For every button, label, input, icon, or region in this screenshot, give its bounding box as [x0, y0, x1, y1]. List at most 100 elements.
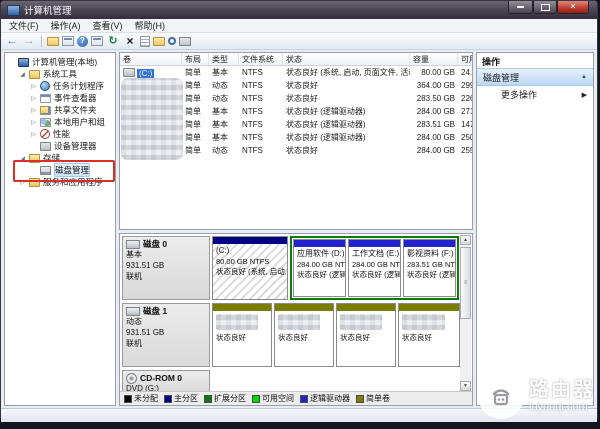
watermark: 路由器 luyouqi.com — [478, 373, 595, 419]
disk-size: 931.51 GB — [126, 328, 206, 339]
more-actions-label: 更多操作 — [501, 88, 537, 101]
legend-label: 逻辑驱动器 — [310, 393, 350, 404]
collapsed-icon[interactable]: ▷ — [30, 107, 37, 114]
partition-status: 状态良好 (逻辑驱动器) — [407, 270, 452, 280]
cell-capacity: 80.00 GB — [410, 68, 458, 77]
toolbar — [1, 33, 597, 50]
sidebar-item-performance[interactable]: ▷性能 — [5, 128, 115, 140]
column-header-2[interactable]: 类型 — [209, 53, 239, 66]
refresh-icon[interactable] — [106, 35, 120, 48]
disk-label[interactable]: 磁盘 1动态931.51 GB联机 — [122, 303, 210, 367]
help-icon[interactable] — [77, 36, 88, 47]
sidebar-item-services[interactable]: ▷服务和应用程序 — [5, 176, 115, 188]
collapsed-icon[interactable]: ▷ — [30, 131, 37, 138]
cell-status: 状态良好 (逻辑驱动器) — [283, 132, 410, 143]
legend-item: 未分配 — [124, 393, 158, 404]
partition-1-0[interactable]: 状态良好 — [212, 303, 272, 367]
partition-1-1[interactable]: 状态良好 — [274, 303, 334, 367]
column-header-1[interactable]: 布局 — [182, 53, 209, 66]
disk-row-0: 磁盘 0基本931.51 GB联机(C:)80.00 GB NTFS状态良好 (… — [122, 236, 458, 300]
maximize-button[interactable] — [533, 1, 557, 14]
partition-status: 状态良好 — [340, 333, 392, 343]
partition-type-bar — [275, 304, 333, 311]
cell-capacity: 283.50 GB — [410, 94, 458, 103]
volume-list[interactable]: 卷布局类型文件系统状态容量可用空间 (C:)简单基本NTFS状态良好 (系统, … — [119, 52, 473, 230]
sidebar-item-disk-management[interactable]: 磁盘管理 — [5, 164, 115, 176]
legend-color-chip — [204, 395, 212, 403]
more-actions-item[interactable]: 更多操作 ▶ — [477, 86, 593, 103]
toolbar-separator — [41, 36, 42, 47]
disk-label[interactable]: 磁盘 0基本931.51 GB联机 — [122, 236, 210, 300]
sidebar-item-shared-folders[interactable]: ▷共享文件夹 — [5, 104, 115, 116]
sidebar-item-device-manager[interactable]: 设备管理器 — [5, 140, 115, 152]
column-header-4[interactable]: 状态 — [283, 53, 410, 66]
partition-1-2[interactable]: 状态良好 — [336, 303, 396, 367]
console-window-icon[interactable] — [62, 36, 74, 46]
minimize-button[interactable] — [508, 1, 533, 14]
disk-size: 931.51 GB — [126, 261, 206, 272]
sidebar-item-computer[interactable]: 计算机管理(本地) — [5, 56, 115, 68]
close-button[interactable]: ✕ — [557, 1, 589, 14]
disk-name-text: CD-ROM 0 — [140, 373, 182, 384]
sidebar-item-label: 系统工具 — [43, 68, 77, 80]
sidebar-item-system-tools[interactable]: ◢ 系统工具 — [5, 68, 115, 80]
cell-type: 基本 — [209, 119, 239, 130]
collapsed-icon[interactable]: ▷ — [30, 119, 37, 126]
up-level-icon[interactable] — [47, 37, 59, 46]
delete-icon[interactable] — [123, 35, 137, 48]
scroll-up-icon[interactable]: ▲ — [460, 235, 471, 245]
column-header-0[interactable]: 卷 — [120, 53, 182, 66]
menu-item-2[interactable]: 查看(V) — [87, 19, 129, 32]
graphical-view[interactable]: 磁盘 0基本931.51 GB联机(C:)80.00 GB NTFS状态良好 (… — [119, 233, 473, 406]
partition-0-2[interactable]: 工作文档 (E:)284.00 GB NTFS状态良好 (逻辑驱动器) — [348, 239, 401, 297]
menu-item-1[interactable]: 操作(A) — [45, 19, 87, 32]
partition-body: (C:)80.00 GB NTFS状态良好 (系统, 启动, 页面文件, 活动,… — [213, 244, 287, 299]
partition-1-3[interactable]: 状态良好 — [398, 303, 460, 367]
sidebar-item-task-scheduler[interactable]: ▷任务计划程序 — [5, 80, 115, 92]
minimize-icon — [517, 6, 524, 8]
find-icon[interactable] — [168, 37, 176, 45]
hard-disk-icon — [126, 307, 140, 316]
partition-size: 80.00 GB NTFS — [216, 257, 284, 267]
back-icon[interactable] — [5, 35, 19, 48]
menu-item-0[interactable]: 文件(F) — [3, 19, 45, 32]
column-header-3[interactable]: 文件系统 — [239, 53, 283, 66]
show-action-pane-icon[interactable] — [91, 36, 103, 46]
volume-list-header: 卷布局类型文件系统状态容量可用空间 — [120, 53, 472, 66]
cell-capacity: 283.51 GB — [410, 120, 458, 129]
sidebar-item-local-users[interactable]: ▷本地用户和组 — [5, 116, 115, 128]
cell-type: 动态 — [209, 93, 239, 104]
console-tree: 计算机管理(本地) ◢ 系统工具▷任务计划程序▷事件查看器▷共享文件夹▷本地用户和组… — [4, 52, 116, 406]
cell-fs: NTFS — [239, 81, 283, 90]
cell-status: 状态良好 (逻辑驱动器) — [283, 119, 410, 130]
local-users-icon — [40, 118, 51, 127]
cell-free: 250.3 — [458, 133, 473, 142]
partition-label: 影视资料 (F:) — [407, 249, 452, 260]
expanded-icon[interactable]: ◢ — [19, 71, 26, 78]
column-header-5[interactable]: 容量 — [410, 53, 458, 66]
collapsed-icon[interactable]: ▷ — [19, 179, 26, 186]
partition-0-1[interactable]: 应用软件 (D:)284.00 GB NTFS状态良好 (逻辑驱动器) — [293, 239, 346, 297]
partition-0-3[interactable]: 影视资料 (F:)283.51 GB NTFS状态良好 (逻辑驱动器) — [403, 239, 456, 297]
column-header-6[interactable]: 可用空间 — [458, 53, 473, 66]
scroll-down-icon[interactable]: ▼ — [460, 381, 471, 391]
disk-state: 联机 — [126, 272, 206, 283]
title-bar[interactable]: 计算机管理 ✕ — [1, 1, 597, 19]
menu-item-3[interactable]: 帮助(H) — [129, 19, 172, 32]
computer-icon[interactable] — [179, 37, 191, 46]
collapse-icon[interactable]: ▲ — [581, 74, 587, 80]
properties-icon[interactable] — [140, 36, 150, 47]
collapsed-icon[interactable]: ▷ — [30, 83, 37, 90]
collapsed-icon[interactable]: ▷ — [30, 95, 37, 102]
expanded-icon[interactable]: ◢ — [19, 155, 26, 162]
partition-type-bar — [213, 304, 271, 311]
vertical-scrollbar[interactable]: ▲ ≡ ▼ — [460, 235, 471, 391]
disk-kind: 基本 — [126, 250, 206, 261]
disk-management-section-header[interactable]: 磁盘管理 ▲ — [477, 68, 593, 86]
sidebar-item-event-viewer[interactable]: ▷事件查看器 — [5, 92, 115, 104]
forward-icon[interactable] — [22, 35, 36, 48]
open-folder-icon[interactable] — [153, 37, 165, 46]
scrollbar-thumb[interactable]: ≡ — [460, 247, 471, 319]
disk-name-text: 磁盘 0 — [143, 239, 167, 250]
partition-0-0[interactable]: (C:)80.00 GB NTFS状态良好 (系统, 启动, 页面文件, 活动,… — [212, 236, 288, 300]
